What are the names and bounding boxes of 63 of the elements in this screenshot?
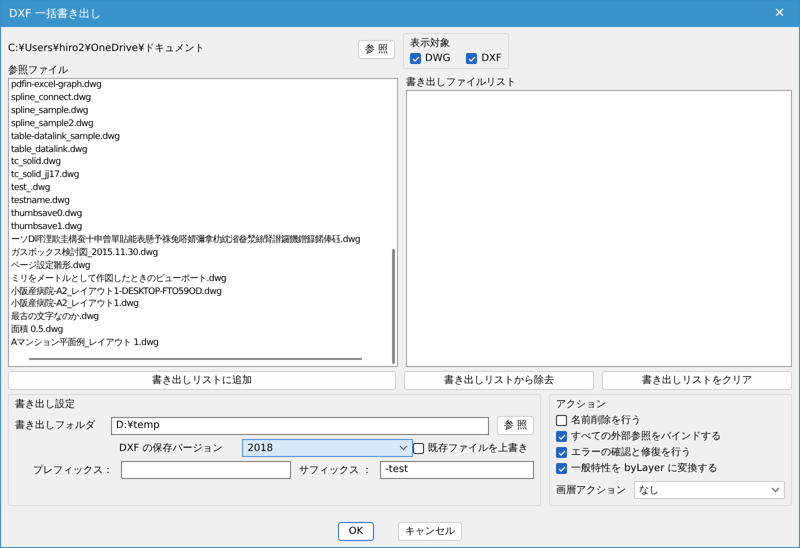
checkbox[interactable] (556, 431, 567, 442)
checkbox-label: すべての外部参照をバインドする (571, 430, 721, 444)
folder-path: C:¥Users¥hiro2¥OneDrive¥ドキュメント (8, 42, 204, 56)
window-title: DXF 一括書き出し (9, 6, 101, 22)
list-item[interactable]: ーソD哰浬欺圭構蚕十申曾單貼能表懸予祩兔嗒婧彌拿朸紞渻畚湬絲腎譛鑼饑鏳籙餚俸砡.dwg (9, 234, 397, 247)
version-dropdown[interactable]: 2018 (242, 439, 413, 457)
list-label: 書き出しファイルリスト (406, 76, 517, 90)
group-label: アクション (556, 398, 607, 412)
prefix-field[interactable] (121, 461, 291, 479)
dropdown-value: なし (639, 484, 659, 498)
clear-list-button[interactable]: 書き出しリストをクリア (602, 371, 792, 390)
list-item[interactable]: pdfin-excel-graph.dwg (9, 79, 397, 92)
group-label: 表示対象 (410, 36, 451, 51)
checkbox[interactable] (413, 442, 424, 454)
scrollbar-thumb[interactable] (29, 358, 362, 360)
list-item[interactable]: Aマンション平面例_レイアウト 1.dwg (9, 337, 397, 350)
list-item[interactable]: tc_solid_jj17.dwg (9, 169, 397, 182)
list-item[interactable]: ミリをメートルとして作図したときのビューポート.dwg (9, 272, 397, 286)
list-item[interactable]: spline_sample2.dwg (9, 118, 397, 131)
checkbox-label: DWG (425, 52, 450, 66)
checkbox[interactable] (410, 53, 421, 64)
folder-field[interactable]: D:¥temp (111, 416, 489, 434)
ok-button[interactable]: OK (338, 522, 374, 541)
cancel-button[interactable]: キャンセル (398, 522, 462, 541)
browse-button[interactable]: 参 照 (358, 40, 395, 58)
field-label: DXF の保存バージョン (119, 442, 222, 456)
checkbox-label: DXF (481, 52, 502, 66)
list-item[interactable]: ページ設定雛形.dwg (9, 260, 397, 273)
list-item[interactable]: 面積 0.5.dwg (9, 324, 397, 338)
list-item[interactable]: spline_connect.dwg (9, 92, 397, 105)
checkbox[interactable] (556, 415, 567, 426)
list-label: 参照ファイル (8, 64, 69, 78)
dropdown-value: 2018 (247, 442, 273, 456)
list-item[interactable]: 最古の文字なのか.dwg (9, 311, 397, 324)
list-item[interactable]: table-datalink_sample.dwg (9, 130, 397, 144)
checkbox-label: 一般特性を byLayer に変換する (571, 462, 718, 476)
list-item[interactable]: testname.dwg (9, 195, 397, 208)
layer-action-dropdown[interactable]: なし (634, 481, 785, 499)
remove-from-list-button[interactable]: 書き出しリストから除去 (404, 371, 594, 390)
list-item[interactable]: table_datalink.dwg (9, 144, 397, 156)
list-item[interactable]: spline_sample.dwg (9, 104, 397, 118)
checkbox[interactable] (556, 447, 567, 458)
checkbox-label: エラーの確認と修復を行う (571, 446, 691, 460)
checkbox-label: 名前削除を行う (571, 414, 641, 428)
list-item[interactable]: ガスボックス検討図_2015.11.30.dwg (9, 246, 397, 260)
add-to-list-button[interactable]: 書き出しリストに追加 (8, 371, 396, 390)
field-label: 画層アクション (556, 484, 626, 498)
checkbox[interactable] (466, 53, 478, 64)
checkbox[interactable] (556, 463, 567, 474)
field-label: 書き出しフォルダ (15, 418, 95, 433)
list-item[interactable]: thumbsave0.dwg (9, 208, 397, 221)
list-item[interactable]: 小阪産病院-A2_レイアウト1-DESKTOP-FTO59OD.dwg (9, 286, 397, 298)
list-item[interactable]: thumbsave1.dwg (9, 220, 397, 234)
field-label: プレフィックス： (32, 464, 113, 478)
list-item[interactable]: tc_solid.dwg (9, 156, 397, 170)
suffix-field[interactable]: -test (380, 461, 534, 479)
checkbox-label: 既存ファイルを上書き (428, 442, 528, 456)
list-item[interactable]: 小阪産病院-A2_レイアウト1.dwg (9, 298, 397, 312)
group-label: 書き出し設定 (15, 398, 76, 412)
scrollbar-thumb[interactable] (392, 249, 395, 364)
browse-button[interactable]: 参 照 (496, 416, 534, 435)
list-item[interactable]: test_.dwg (9, 182, 397, 196)
field-label: サフィックス ： (299, 464, 372, 478)
